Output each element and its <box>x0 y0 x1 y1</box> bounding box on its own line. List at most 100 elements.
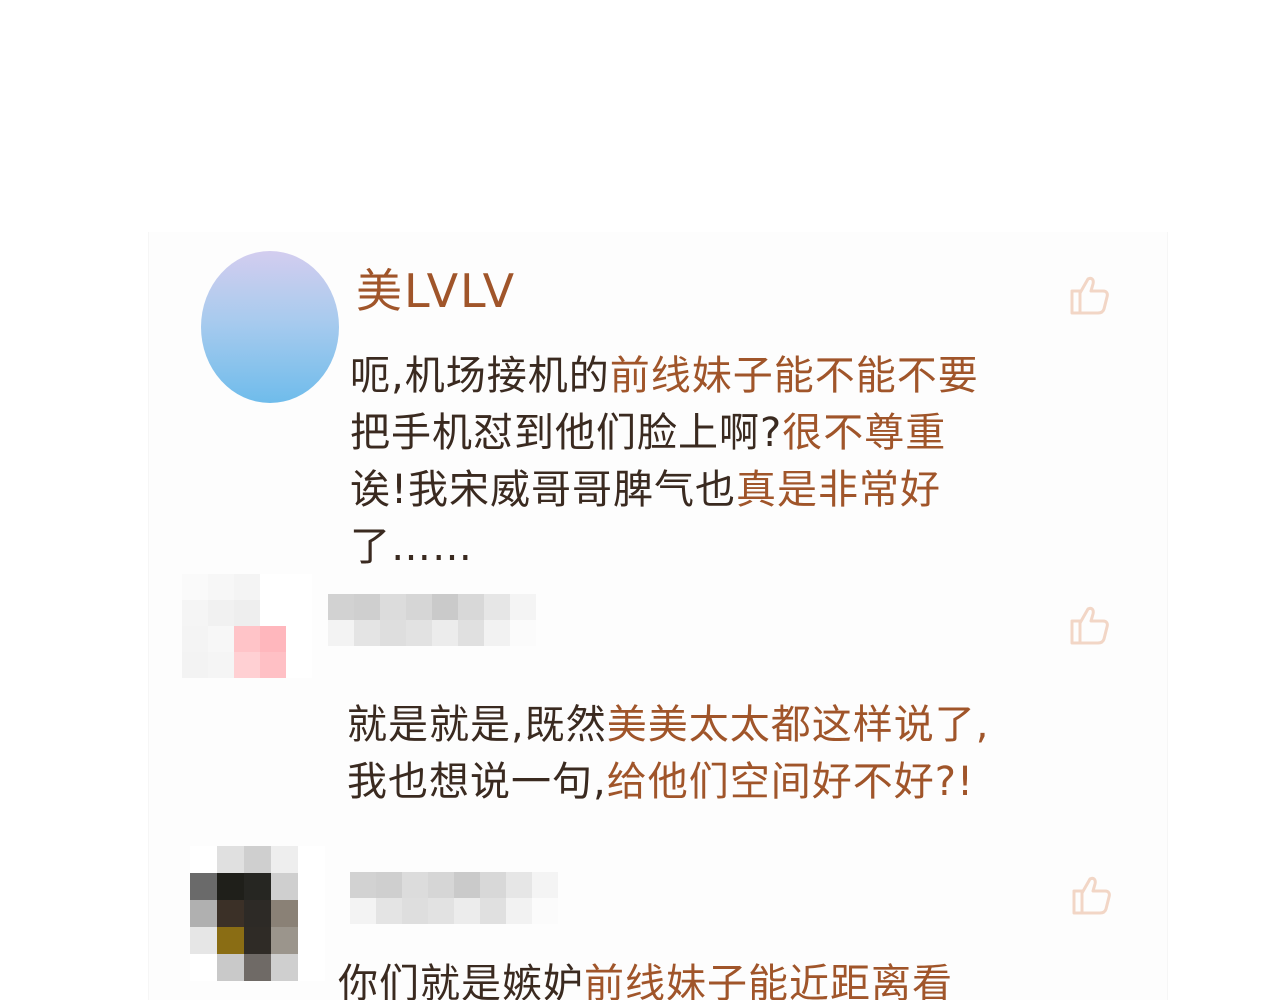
mosaic-cell <box>432 620 458 646</box>
mosaic-cell <box>260 600 286 626</box>
mosaic-cell <box>298 846 325 873</box>
comment-segment: 了…… <box>350 524 473 570</box>
mosaic-cell <box>428 872 454 898</box>
mosaic-cell <box>298 927 325 954</box>
comment-username-blurred[interactable] <box>350 872 558 924</box>
mosaic-cell <box>376 898 402 924</box>
mosaic-cell <box>271 846 298 873</box>
mosaic-cell <box>190 873 217 900</box>
mosaic-cell <box>350 872 376 898</box>
comment-segment: 前线妹子能近距离看 <box>584 961 953 1000</box>
mosaic-cell <box>402 872 428 898</box>
comment-screen: 美LVLV 呃,机场接机的前线妹子能不能不要 把手机怼到他们脸上啊?很不尊重 诶!我… <box>0 0 1280 1000</box>
mosaic-cell <box>208 574 234 600</box>
comment-segment: 诶!我宋威哥哥脾气也 <box>350 467 737 513</box>
mosaic-cell <box>208 600 234 626</box>
mosaic-cell <box>244 927 271 954</box>
mosaic-cell <box>298 873 325 900</box>
mosaic-cell <box>286 652 312 678</box>
comment-segment: 我也想说一句, <box>347 759 607 805</box>
mosaic-cell <box>286 600 312 626</box>
comment-segment: 把手机怼到他们脸上啊? <box>350 410 783 456</box>
mosaic-cell <box>217 954 244 981</box>
mosaic-cell <box>271 927 298 954</box>
mosaic-cell <box>234 626 260 652</box>
comment-text: 呃,机场接机的前线妹子能不能不要 把手机怼到他们脸上啊?很不尊重 诶!我宋威哥哥脾气… <box>350 348 979 576</box>
mosaic-cell <box>182 600 208 626</box>
mosaic-cell <box>190 954 217 981</box>
comment-segment: 给他们空间好不好?! <box>606 759 974 805</box>
mosaic-cell <box>208 626 234 652</box>
comment-line: 诶!我宋威哥哥脾气也真是非常好 <box>350 462 979 519</box>
comment-text: 你们就是嫉妒前线妹子能近距离看 <box>338 956 953 1000</box>
mosaic-cell <box>244 846 271 873</box>
comment-segment: 很不尊重 <box>782 410 947 456</box>
avatar[interactable] <box>201 251 339 403</box>
mosaic-cell <box>260 574 286 600</box>
thumbs-up-icon[interactable] <box>1066 271 1114 319</box>
comment-line: 我也想说一句,给他们空间好不好?! <box>347 754 989 811</box>
comment-segment: 美美太太都这样说了, <box>606 702 990 748</box>
mosaic-cell <box>271 954 298 981</box>
mosaic-cell <box>217 873 244 900</box>
mosaic-cell <box>328 594 354 620</box>
comment-username[interactable]: 美LVLV <box>356 262 516 320</box>
mosaic-cell <box>182 574 208 600</box>
comment-line: 就是就是,既然美美太太都这样说了, <box>347 697 989 754</box>
mosaic-cell <box>506 872 532 898</box>
mosaic-cell <box>484 620 510 646</box>
mosaic-cell <box>190 927 217 954</box>
mosaic-cell <box>484 594 510 620</box>
mosaic-cell <box>271 873 298 900</box>
mosaic-cell <box>234 652 260 678</box>
mosaic-cell <box>402 898 428 924</box>
comment-line: 把手机怼到他们脸上啊?很不尊重 <box>350 405 979 462</box>
mosaic-cell <box>234 574 260 600</box>
mosaic-cell <box>354 620 380 646</box>
comment-username-blurred[interactable] <box>328 594 536 646</box>
comment-line: 了…… <box>350 519 979 576</box>
mosaic-cell <box>244 900 271 927</box>
mosaic-cell <box>480 898 506 924</box>
mosaic-cell <box>428 898 454 924</box>
mosaic-cell <box>182 626 208 652</box>
mosaic-cell <box>350 898 376 924</box>
mosaic-cell <box>190 846 217 873</box>
mosaic-cell <box>458 620 484 646</box>
mosaic-cell <box>244 954 271 981</box>
mosaic-cell <box>298 900 325 927</box>
mosaic-cell <box>217 846 244 873</box>
mosaic-cell <box>506 898 532 924</box>
mosaic-cell <box>380 620 406 646</box>
mosaic-cell <box>260 652 286 678</box>
avatar[interactable] <box>182 574 312 678</box>
mosaic-cell <box>260 626 286 652</box>
mosaic-cell <box>510 620 536 646</box>
mosaic-cell <box>406 620 432 646</box>
mosaic-cell <box>354 594 380 620</box>
avatar[interactable] <box>190 846 325 981</box>
mosaic-cell <box>298 954 325 981</box>
mosaic-cell <box>510 594 536 620</box>
mosaic-cell <box>234 600 260 626</box>
mosaic-cell <box>217 927 244 954</box>
comment-line: 你们就是嫉妒前线妹子能近距离看 <box>338 956 953 1000</box>
thumbs-up-icon[interactable] <box>1066 601 1114 649</box>
comment-segment: 你们就是嫉妒 <box>338 961 584 1000</box>
comment-text: 就是就是,既然美美太太都这样说了, 我也想说一句,给他们空间好不好?! <box>347 697 989 811</box>
mosaic-cell <box>532 898 558 924</box>
mosaic-cell <box>380 594 406 620</box>
mosaic-cell <box>208 652 234 678</box>
mosaic-cell <box>244 873 271 900</box>
mosaic-cell <box>182 652 208 678</box>
mosaic-cell <box>328 620 354 646</box>
mosaic-cell <box>286 626 312 652</box>
mosaic-cell <box>286 574 312 600</box>
mosaic-cell <box>532 872 558 898</box>
mosaic-cell <box>406 594 432 620</box>
mosaic-cell <box>454 872 480 898</box>
thumbs-up-icon[interactable] <box>1068 871 1116 919</box>
comment-segment: 前线妹子能不能不要 <box>609 353 979 399</box>
mosaic-cell <box>376 872 402 898</box>
mosaic-cell <box>190 900 217 927</box>
